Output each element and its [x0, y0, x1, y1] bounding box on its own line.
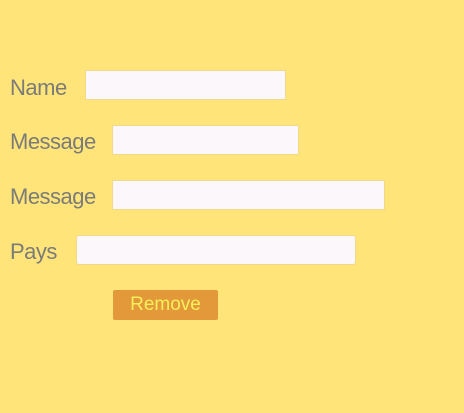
- name-input[interactable]: [85, 70, 286, 100]
- pays-label: Pays: [10, 239, 57, 264]
- message-input[interactable]: [112, 125, 299, 155]
- remove-button[interactable]: Remove: [113, 290, 218, 320]
- name-label: Name: [10, 75, 67, 100]
- pays-input[interactable]: [76, 235, 356, 265]
- message-input-2[interactable]: [112, 180, 385, 210]
- message-label: Message: [10, 129, 96, 154]
- message-label-2: Message: [10, 184, 96, 209]
